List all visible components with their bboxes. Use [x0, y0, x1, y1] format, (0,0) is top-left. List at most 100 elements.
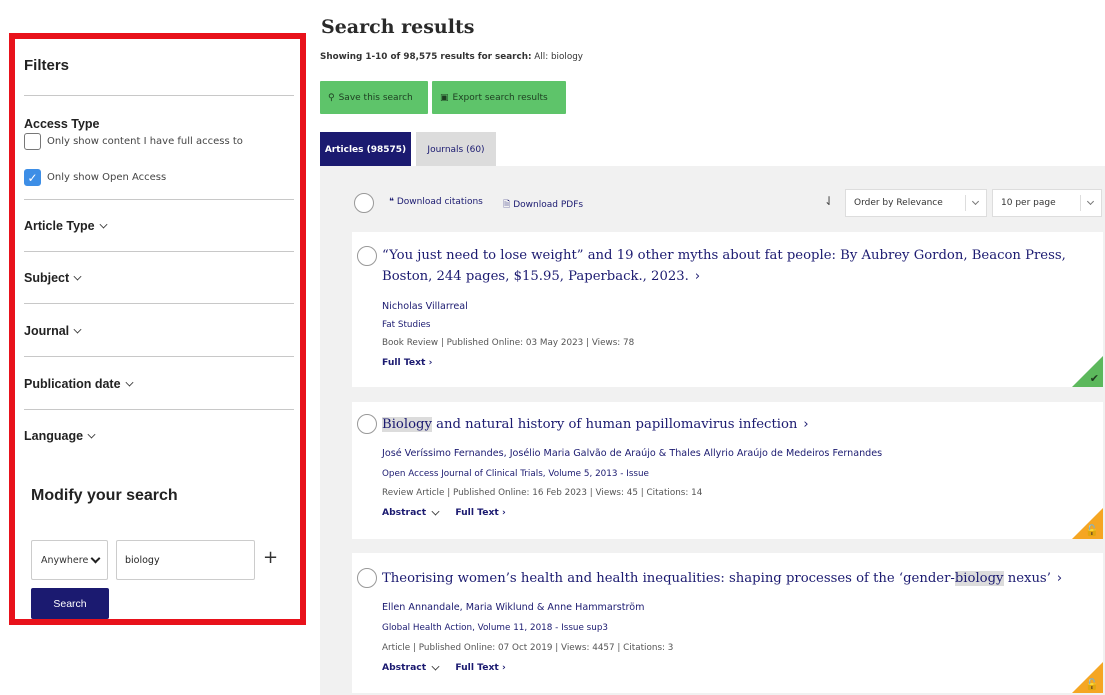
result-title-text: Theorising women’s health and health ine… — [382, 571, 955, 586]
filters-sidebar: Filters Access Type Only show content I … — [9, 33, 306, 625]
search-term-highlight: Biology — [382, 417, 432, 432]
result-meta: Book Review | Published Online: 03 May 2… — [382, 338, 635, 348]
sort-icon: ⇃ — [824, 194, 835, 208]
facet-label: Language — [24, 429, 84, 443]
results-query: All: biology — [531, 52, 583, 62]
download-pdfs-label: Download PDFs — [513, 200, 584, 210]
divider — [24, 95, 294, 96]
chevron-right-icon: › — [803, 417, 809, 432]
access-type-label: Access Type — [24, 117, 100, 131]
facet-label: Subject — [24, 271, 70, 285]
save-search-label: Save this search — [338, 92, 413, 103]
tab-journals[interactable]: Journals (60) — [416, 132, 496, 167]
abstract-toggle[interactable]: Abstract — [382, 662, 440, 673]
facet-article-type[interactable]: Article Type — [24, 219, 108, 233]
chevron-down-icon — [73, 272, 82, 281]
result-meta: Review Article | Published Online: 16 Fe… — [382, 488, 703, 498]
chevron-down-icon — [90, 553, 101, 564]
chevron-down-icon — [73, 325, 82, 334]
quote-icon: ❝ — [389, 197, 394, 207]
full-text-link[interactable]: Full Text › — [455, 507, 505, 518]
result-card: “You just need to lose weight” and 19 ot… — [352, 232, 1103, 387]
add-search-row-button[interactable]: + — [263, 547, 278, 568]
search-icon: ⚲ — [328, 92, 335, 103]
tab-articles[interactable]: Articles (98575) — [320, 132, 411, 173]
search-field-select[interactable]: Anywhere — [31, 540, 108, 580]
facet-label: Journal — [24, 324, 70, 338]
results-summary: Showing 1-10 of 98,575 results for searc… — [320, 52, 583, 62]
result-authors[interactable]: Ellen Annandale, Maria Wiklund & Anne Ha… — [382, 602, 644, 613]
result-card: Theorising women’s health and health ine… — [352, 553, 1103, 693]
select-all-radio[interactable] — [354, 193, 374, 213]
facet-label: Publication date — [24, 377, 121, 391]
export-results-button[interactable]: ▣ Export search results — [432, 81, 566, 114]
result-title-link[interactable]: Theorising women’s health and health ine… — [382, 568, 1062, 589]
download-pdfs-link[interactable]: 🗎 Download PDFs — [503, 197, 583, 213]
page-title: Search results — [321, 16, 475, 38]
per-page-select[interactable]: 10 per page — [992, 189, 1102, 217]
order-value: Order by Relevance — [854, 198, 943, 208]
abstract-label: Abstract — [382, 662, 427, 673]
chevron-down-icon — [1086, 197, 1095, 206]
open-lock-icon: 🔓 — [1085, 678, 1099, 691]
full-access-checkbox[interactable] — [24, 133, 41, 150]
chevron-down-icon — [431, 507, 440, 516]
results-count: Showing 1-10 of 98,575 results for searc… — [320, 52, 532, 62]
result-select-radio[interactable] — [357, 414, 377, 434]
result-journal[interactable]: Fat Studies — [382, 320, 431, 330]
result-journal[interactable]: Global Health Action, Volume 11, 2018 - … — [382, 623, 608, 633]
result-select-radio[interactable] — [357, 246, 377, 266]
chevron-down-icon — [125, 378, 134, 387]
divider — [24, 409, 294, 410]
search-input[interactable]: biology — [116, 540, 255, 580]
facet-language[interactable]: Language — [24, 429, 96, 443]
export-icon: ▣ — [440, 92, 449, 103]
result-select-radio[interactable] — [357, 568, 377, 588]
search-button[interactable]: Search — [31, 588, 109, 619]
open-access-checkbox[interactable]: ✓ — [24, 169, 41, 186]
full-access-checkbox-row[interactable]: Only show content I have full access to — [24, 133, 243, 150]
result-title-line: “You just need to lose weight” and 19 ot… — [382, 248, 1066, 263]
download-citations-link[interactable]: ❝ Download citations — [389, 197, 483, 207]
open-access-label: Only show Open Access — [47, 172, 167, 183]
result-authors[interactable]: José Veríssimo Fernandes, Josélio Maria … — [382, 448, 882, 459]
full-text-link[interactable]: Full Text › — [455, 662, 505, 673]
filters-title: Filters — [24, 57, 70, 74]
chevron-down-icon — [99, 220, 108, 229]
export-label: Export search results — [452, 92, 548, 103]
chevron-right-icon: › — [1056, 571, 1063, 586]
result-meta: Article | Published Online: 07 Oct 2019 … — [382, 643, 674, 653]
result-authors[interactable]: Nicholas Villarreal — [382, 301, 468, 312]
save-search-button[interactable]: ⚲ Save this search — [320, 81, 428, 114]
result-journal[interactable]: Open Access Journal of Clinical Trials, … — [382, 469, 649, 479]
result-links: Abstract Full Text › — [382, 662, 506, 673]
abstract-toggle[interactable]: Abstract — [382, 507, 440, 518]
modify-search-title: Modify your search — [31, 487, 178, 504]
search-field-value: Anywhere — [41, 554, 89, 566]
result-title-link[interactable]: Biology and natural history of human pap… — [382, 414, 809, 435]
result-title-line: Boston, 244 pages, $15.95, Paperback., 2… — [382, 269, 689, 284]
divider — [24, 199, 294, 200]
facet-journal[interactable]: Journal — [24, 324, 82, 338]
full-text-link[interactable]: Full Text › — [382, 357, 432, 368]
facet-label: Article Type — [24, 219, 95, 233]
result-title-text: and natural history of human papillomavi… — [431, 417, 798, 432]
result-title-text: nexus’ — [1003, 571, 1051, 586]
divider — [24, 356, 294, 357]
search-term-highlight: biology — [954, 571, 1004, 586]
order-select[interactable]: Order by Relevance — [845, 189, 987, 217]
per-page-value: 10 per page — [1001, 198, 1056, 208]
divider — [965, 195, 966, 211]
chevron-right-icon: › — [694, 269, 701, 284]
result-title-link[interactable]: “You just need to lose weight” and 19 ot… — [382, 245, 1066, 287]
open-lock-icon: 🔓 — [1085, 524, 1099, 537]
result-links: Abstract Full Text › — [382, 507, 506, 518]
open-access-checkbox-row[interactable]: ✓ Only show Open Access — [24, 169, 166, 186]
divider — [24, 303, 294, 304]
result-links: Full Text › — [382, 357, 432, 368]
full-access-label: Only show content I have full access to — [47, 136, 243, 147]
download-citations-label: Download citations — [396, 197, 483, 207]
facet-subject[interactable]: Subject — [24, 271, 82, 285]
divider — [1080, 195, 1081, 211]
facet-publication-date[interactable]: Publication date — [24, 377, 134, 391]
